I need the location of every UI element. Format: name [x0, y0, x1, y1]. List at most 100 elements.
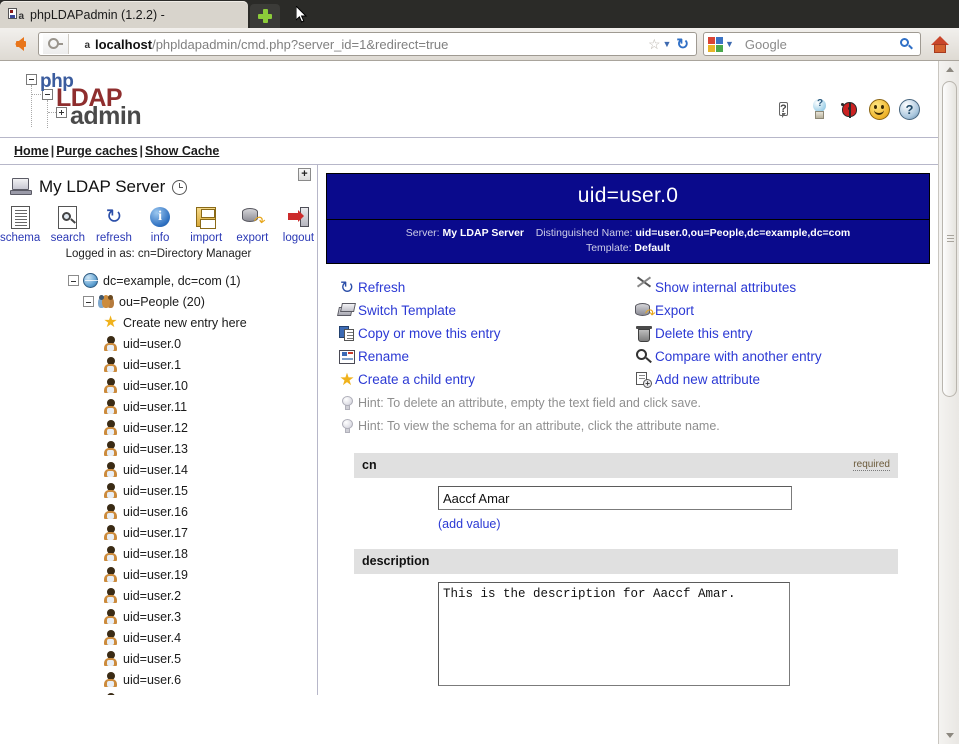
reload-icon[interactable]: ↻	[676, 35, 689, 53]
tool-export[interactable]: ↷ export	[234, 204, 271, 244]
tree-entry-label: uid=user.19	[123, 568, 188, 582]
page-scrollbar[interactable]	[938, 61, 959, 744]
attribute-cn-name[interactable]: cn	[362, 458, 377, 472]
action-switch-template[interactable]: Switch Template	[336, 299, 633, 322]
user-icon	[103, 588, 118, 603]
url-bar[interactable]: a localhost/phpldapadmin/cmd.php?server_…	[38, 32, 697, 56]
magnifier-icon	[636, 349, 652, 364]
question-bubble-icon[interactable]: ?	[779, 99, 800, 120]
tree-entry-item[interactable]: uid=user.7	[0, 690, 317, 695]
tree-entry-item[interactable]: uid=user.16	[0, 501, 317, 522]
action-create-child[interactable]: ★ Create a child entry	[336, 368, 633, 391]
header-icon-bar: ? ?	[779, 99, 920, 120]
star-icon: ★	[339, 371, 354, 388]
action-copy-move[interactable]: Copy or move this entry	[336, 322, 633, 345]
tree-entry-item[interactable]: uid=user.2	[0, 585, 317, 606]
action-show-internal-attributes[interactable]: Show internal attributes	[633, 276, 930, 299]
search-magnifier-icon[interactable]	[900, 38, 913, 51]
tool-refresh[interactable]: ↻ refresh	[95, 204, 132, 244]
cn-input[interactable]	[438, 486, 792, 510]
template-value: Default	[634, 242, 670, 254]
tool-logout[interactable]: logout	[280, 204, 317, 244]
tree-node-root[interactable]: dc=example, dc=com (1)	[0, 270, 317, 291]
bookmark-star-icon[interactable]: ☆	[648, 36, 661, 53]
cn-add-value-link[interactable]: (add value)	[438, 517, 501, 531]
tree-root-count: (1)	[225, 274, 240, 288]
user-icon	[103, 399, 118, 414]
tree-entry-item[interactable]: uid=user.10	[0, 375, 317, 396]
people-icon	[98, 294, 114, 309]
tab-strip: a phpLDAPadmin (1.2.2) -	[0, 0, 959, 28]
server-icon	[10, 178, 32, 197]
action-refresh[interactable]: ↻ Refresh	[336, 276, 633, 299]
help-globe-icon[interactable]: ?	[899, 99, 920, 120]
tool-info[interactable]: i info	[142, 204, 179, 244]
tree-entry-item[interactable]: uid=user.15	[0, 480, 317, 501]
browser-tab-phpldapadmin[interactable]: a phpLDAPadmin (1.2.2) -	[0, 1, 248, 28]
action-rename[interactable]: Rename	[336, 345, 633, 368]
smiley-icon[interactable]	[869, 99, 890, 120]
show-cache-link[interactable]: Show Cache	[145, 144, 219, 158]
action-add-attribute[interactable]: + Add new attribute	[633, 368, 930, 391]
site-identity-button[interactable]	[43, 34, 69, 54]
user-icon	[103, 651, 118, 666]
tree-entry-item[interactable]: uid=user.17	[0, 522, 317, 543]
tool-schema[interactable]: schema	[0, 204, 40, 244]
tree-entry-item[interactable]: uid=user.13	[0, 438, 317, 459]
url-favicon-icon: a	[74, 36, 90, 52]
tree-entry-item[interactable]: uid=user.1	[0, 354, 317, 375]
collapse-root-icon[interactable]	[68, 275, 79, 286]
tree-entry-item[interactable]: uid=user.11	[0, 396, 317, 417]
action-compare-entry[interactable]: Compare with another entry	[633, 345, 930, 368]
tree-entry-item[interactable]: uid=user.3	[0, 606, 317, 627]
tree-entry-label: uid=user.17	[123, 526, 188, 540]
collapse-ou-icon[interactable]	[83, 296, 94, 307]
action-show-internal-attributes-label: Show internal attributes	[655, 280, 796, 295]
tool-search[interactable]: search	[49, 204, 86, 244]
actions-right-column: Show internal attributes ↷ Export Delete…	[633, 276, 930, 391]
back-button[interactable]	[6, 31, 32, 57]
info-icon: i	[150, 207, 170, 227]
star-icon: ★	[103, 315, 118, 330]
ldap-tree: dc=example, dc=com (1) ou=People (20) ★ …	[0, 260, 317, 695]
tree-entry-item[interactable]: uid=user.6	[0, 669, 317, 690]
purge-caches-link[interactable]: Purge caches	[56, 144, 137, 158]
new-tab-button[interactable]	[250, 4, 280, 28]
tree-entry-item[interactable]: uid=user.0	[0, 333, 317, 354]
tree-node-ou-people[interactable]: ou=People (20)	[0, 291, 317, 312]
tree-ou-label: ou=People (20)	[119, 295, 205, 309]
tool-import[interactable]: import	[188, 204, 225, 244]
scroll-down-button[interactable]	[939, 727, 959, 744]
action-delete-entry[interactable]: Delete this entry	[633, 322, 930, 345]
hint-row-1: Hint: To delete an attribute, empty the …	[326, 391, 930, 414]
search-engine-chevron-down-icon[interactable]: ▼	[725, 39, 734, 49]
create-new-entry-label: Create new entry here	[123, 316, 247, 330]
logged-in-as: Logged in as: cn=Directory Manager	[0, 244, 317, 260]
action-export[interactable]: ↷ Export	[633, 299, 930, 322]
home-link[interactable]: Home	[14, 144, 49, 158]
home-button[interactable]	[927, 31, 953, 57]
arrow-left-icon	[15, 37, 24, 51]
scrollbar-thumb[interactable]	[942, 81, 957, 397]
tree-entry-item[interactable]: uid=user.19	[0, 564, 317, 585]
scroll-up-button[interactable]	[939, 61, 959, 78]
rename-icon	[339, 350, 355, 364]
tree-create-new-entry[interactable]: ★ Create new entry here	[0, 312, 317, 333]
tree-entry-item[interactable]: uid=user.5	[0, 648, 317, 669]
attribute-description: description This is the description for …	[354, 549, 898, 695]
lightbulb-icon[interactable]	[809, 99, 830, 120]
sidebar-expand-button[interactable]: +	[298, 168, 311, 181]
dn-value: uid=user.0,ou=People,dc=example,dc=com	[636, 227, 851, 239]
attribute-description-name[interactable]: description	[362, 554, 429, 568]
description-textarea[interactable]: This is the description for Aaccf Amar.	[438, 582, 790, 686]
tree-entry-item[interactable]: uid=user.18	[0, 543, 317, 564]
bug-icon[interactable]	[839, 99, 860, 120]
tree-entry-item[interactable]: uid=user.14	[0, 459, 317, 480]
tree-entry-item[interactable]: uid=user.4	[0, 627, 317, 648]
scrollbar-grip-icon	[947, 235, 954, 236]
search-bar[interactable]: ▼ Google	[703, 32, 921, 56]
import-icon	[196, 207, 216, 227]
tree-entry-item[interactable]: uid=user.12	[0, 417, 317, 438]
chevron-down-icon[interactable]: ▼	[663, 39, 672, 49]
search-input[interactable]: Google	[739, 37, 900, 52]
